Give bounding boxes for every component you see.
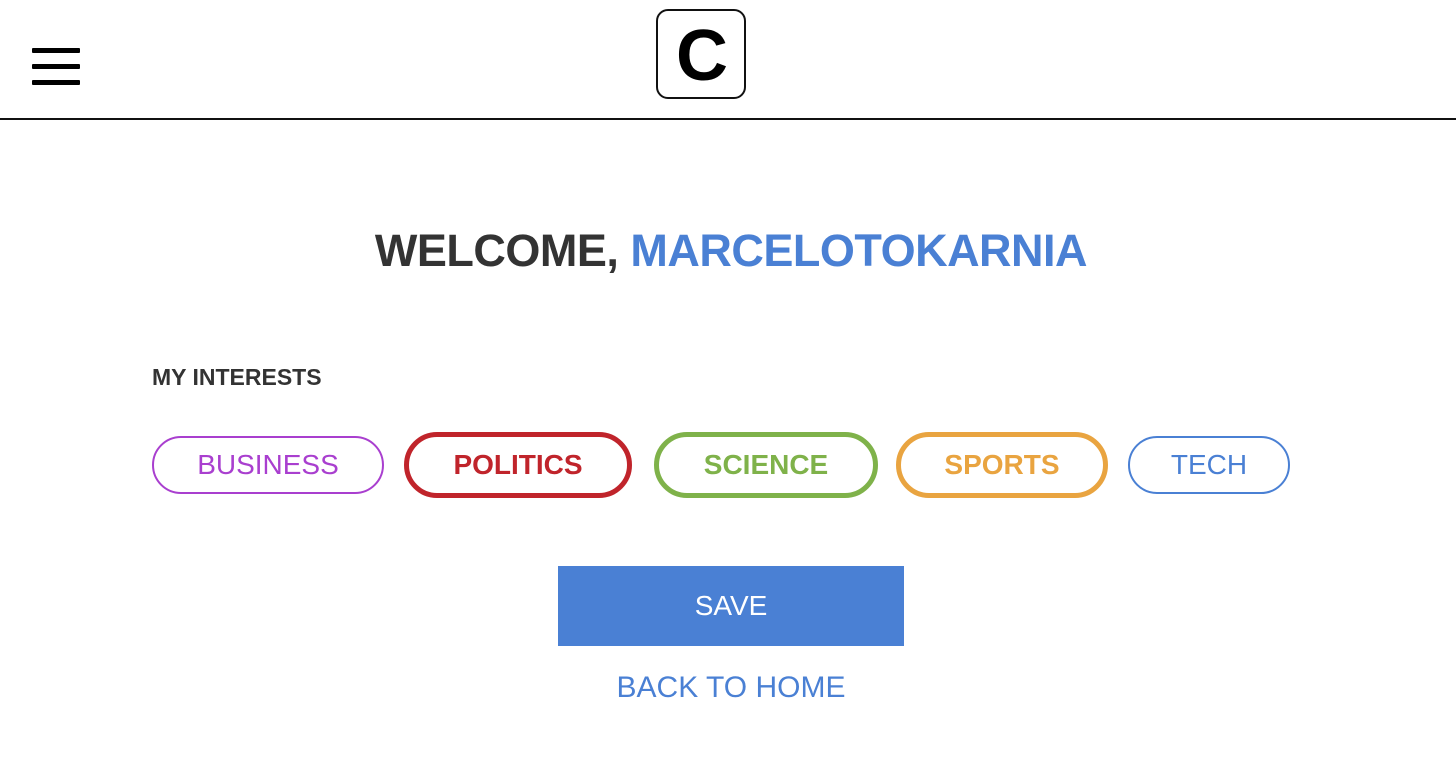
menu-bar-bottom: [32, 80, 80, 85]
interest-chip-tech[interactable]: TECH: [1128, 436, 1290, 494]
menu-bar-middle: [32, 64, 80, 69]
top-header: C: [0, 0, 1456, 120]
interest-chip-politics[interactable]: POLITICS: [404, 432, 632, 498]
logo-letter: C: [676, 16, 728, 96]
site-logo[interactable]: C: [656, 9, 746, 99]
back-to-home-link[interactable]: BACK TO HOME: [0, 670, 1456, 706]
interests-title: MY INTERESTS: [152, 364, 322, 390]
menu-bar-top: [32, 48, 80, 53]
logo-c-icon: C: [676, 16, 728, 96]
interest-chip-business[interactable]: BUSINESS: [152, 436, 384, 494]
interest-chip-sports[interactable]: SPORTS: [896, 432, 1108, 498]
interest-chip-science[interactable]: SCIENCE: [654, 432, 878, 498]
welcome-username: MARCELOTOKARNIA: [630, 225, 1088, 276]
hamburger-menu-icon[interactable]: [30, 46, 82, 88]
welcome-greeting: WELCOME,: [374, 225, 631, 276]
welcome-heading: WELCOME, MARCELOTOKARNIA: [0, 225, 1456, 277]
save-button[interactable]: SAVE: [558, 566, 904, 646]
